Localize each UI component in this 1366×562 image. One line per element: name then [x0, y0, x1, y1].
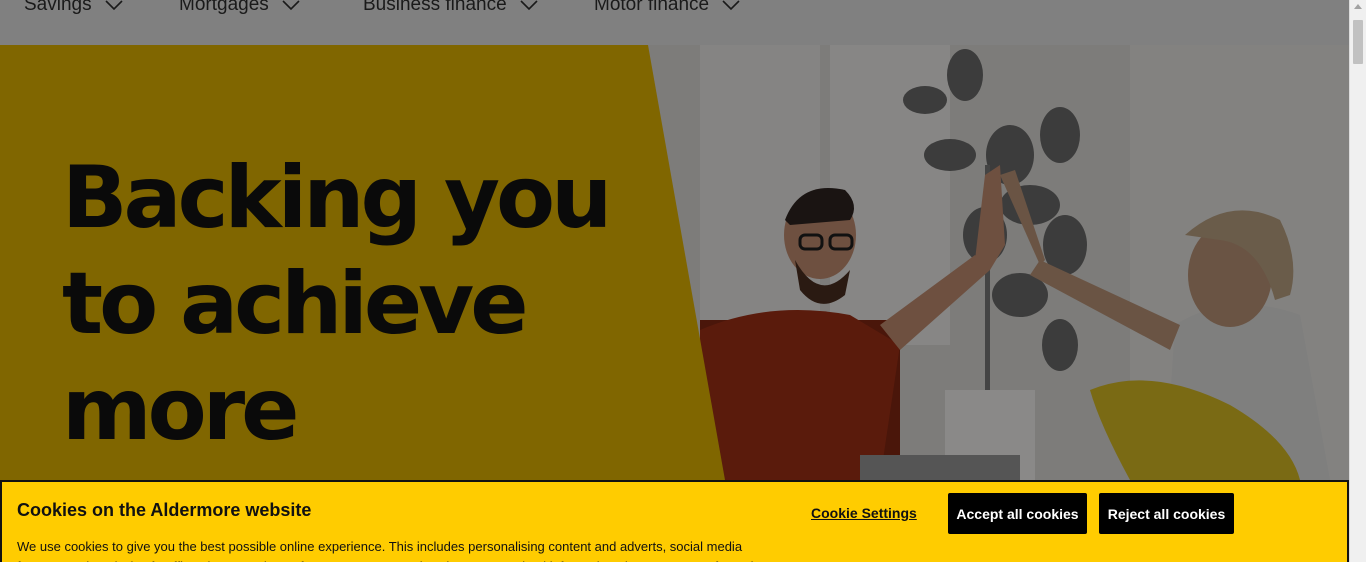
cookie-banner-text: We use cookies to give you the best poss…	[17, 539, 764, 562]
vertical-scrollbar[interactable]	[1349, 0, 1366, 562]
chevron-down-icon	[722, 0, 740, 11]
nav-item-label: Business finance	[363, 0, 507, 15]
hero-headline: Backing you to achieve more	[62, 145, 682, 463]
chevron-down-icon	[520, 0, 538, 11]
nav-item-motor-finance[interactable]: Motor finance	[594, 0, 741, 16]
cookie-banner: Cookies on the Aldermore website We use …	[0, 480, 1349, 562]
nav-item-label: Motor finance	[594, 0, 710, 15]
page: Savings Mortgages Business finance Motor…	[0, 0, 1366, 562]
nav-item-mortgages[interactable]: Mortgages	[179, 0, 301, 16]
nav-item-business-finance[interactable]: Business finance	[363, 0, 539, 16]
chevron-down-icon	[282, 0, 300, 11]
reject-all-cookies-button[interactable]: Reject all cookies	[1099, 493, 1234, 534]
scrollbar-thumb[interactable]	[1353, 20, 1363, 64]
main-navigation: Savings Mortgages Business finance Motor…	[0, 0, 1349, 45]
headline-line: to achieve	[62, 254, 529, 354]
accept-all-cookies-button[interactable]: Accept all cookies	[948, 493, 1087, 534]
cookie-banner-title: Cookies on the Aldermore website	[17, 500, 312, 520]
headline-line: more	[62, 360, 299, 460]
nav-item-label: Savings	[24, 0, 92, 15]
chevron-down-icon	[105, 0, 123, 11]
scroll-up-arrow-icon[interactable]	[1354, 4, 1362, 9]
nav-item-savings[interactable]: Savings	[24, 0, 124, 16]
hero-banner: Backing you to achieve more	[0, 45, 1349, 480]
headline-line: Backing you	[62, 148, 612, 248]
cookie-settings-link[interactable]: Cookie Settings	[811, 505, 917, 521]
nav-item-label: Mortgages	[179, 0, 269, 15]
